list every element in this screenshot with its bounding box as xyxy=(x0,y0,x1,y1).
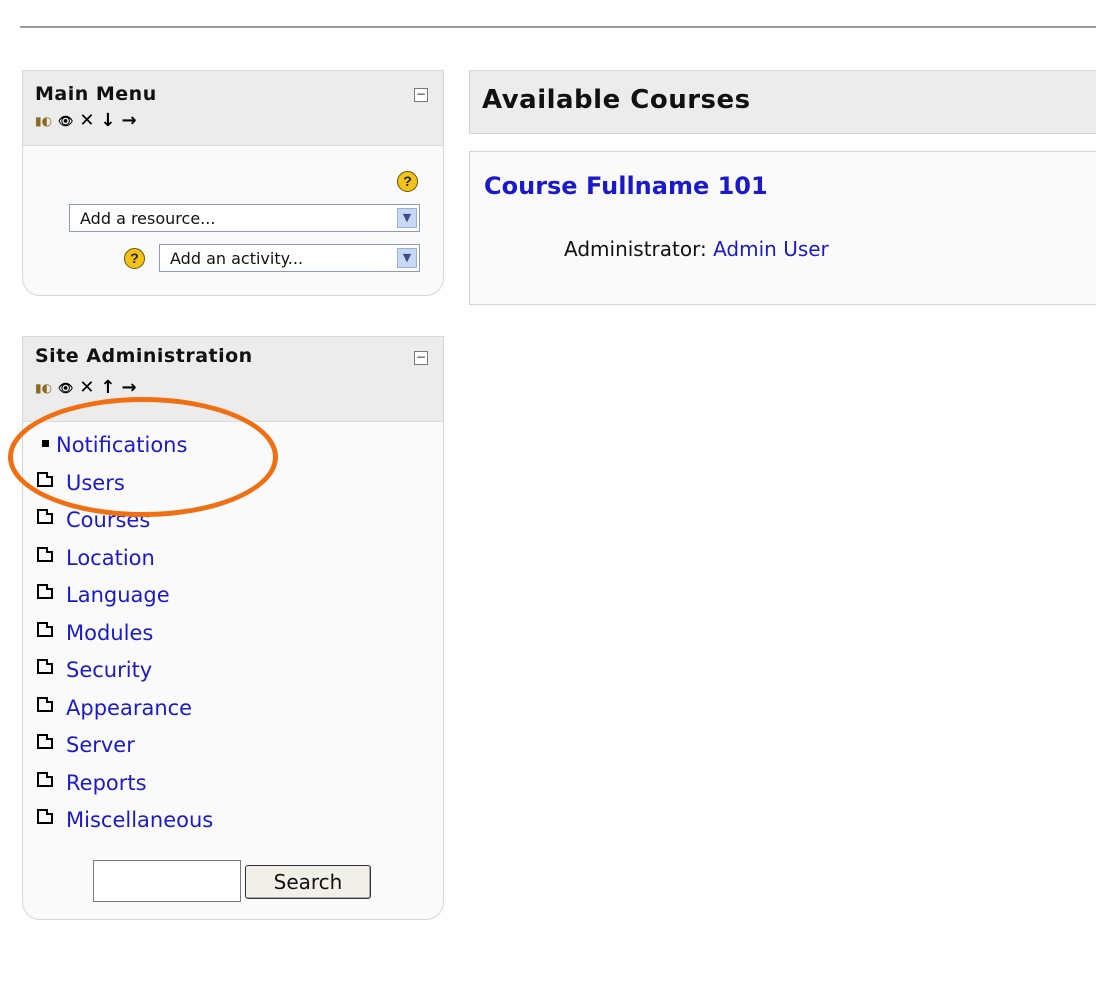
folder-icon xyxy=(37,696,53,712)
roles-icon[interactable]: ▮◐ xyxy=(35,112,52,130)
collapse-icon[interactable]: − xyxy=(414,351,428,365)
course-link[interactable]: Course Fullname 101 xyxy=(484,172,768,200)
main-menu-title: Main Menu xyxy=(35,83,157,105)
admin-item-label[interactable]: Modules xyxy=(66,621,153,645)
teacher-link[interactable]: Admin User xyxy=(713,237,829,261)
admin-item-label[interactable]: Language xyxy=(66,583,170,607)
add-activity-value: Add an activity... xyxy=(170,248,304,268)
chevron-down-icon[interactable]: ▼ xyxy=(397,208,417,228)
admin-item-label[interactable]: Server xyxy=(66,733,135,757)
search-button[interactable]: Search xyxy=(245,865,371,899)
course-box: Course Fullname 101 Administrator: Admin… xyxy=(469,151,1096,305)
folder-icon xyxy=(37,771,53,787)
chevron-down-icon[interactable]: ▼ xyxy=(397,248,417,268)
add-resource-select[interactable]: Add a resource... ▼ xyxy=(69,204,420,232)
admin-item-label[interactable]: Appearance xyxy=(66,696,192,720)
move-right-icon[interactable]: → xyxy=(122,112,137,130)
help-icon[interactable]: ? xyxy=(397,171,418,192)
courses-header: Available Courses xyxy=(469,70,1096,134)
page-title: Available Courses xyxy=(482,85,751,115)
admin-item-security[interactable]: Security xyxy=(37,658,213,696)
folder-icon xyxy=(37,621,53,637)
admin-item-location[interactable]: Location xyxy=(37,546,213,584)
block-edit-icons: ▮◐ 👁 ✕ ↓ → xyxy=(35,112,137,130)
course-teacher: Administrator: Admin User xyxy=(564,237,829,261)
move-up-icon[interactable]: ↑ xyxy=(100,379,115,397)
site-admin-title: Site Administration xyxy=(35,345,253,367)
admin-search-input[interactable] xyxy=(93,860,241,902)
folder-icon xyxy=(37,734,53,749)
admin-item-label[interactable]: Miscellaneous xyxy=(66,808,213,832)
collapse-icon[interactable]: − xyxy=(414,88,428,102)
admin-item-appearance[interactable]: Appearance xyxy=(37,696,213,734)
admin-item-server[interactable]: Server xyxy=(37,733,213,771)
admin-item-modules[interactable]: Modules xyxy=(37,621,213,659)
admin-item-miscellaneous[interactable]: Miscellaneous xyxy=(37,808,213,846)
add-activity-select[interactable]: Add an activity... ▼ xyxy=(159,244,420,272)
eye-icon[interactable]: 👁 xyxy=(58,112,73,130)
admin-item-label[interactable]: Reports xyxy=(66,771,147,795)
teacher-role: Administrator: xyxy=(564,237,707,261)
top-divider xyxy=(20,26,1096,28)
add-resource-value: Add a resource... xyxy=(80,208,216,228)
folder-icon xyxy=(37,659,53,674)
move-right-icon[interactable]: → xyxy=(122,379,137,397)
admin-item-reports[interactable]: Reports xyxy=(37,771,213,809)
delete-icon[interactable]: ✕ xyxy=(79,112,94,130)
admin-item-label[interactable]: Location xyxy=(66,546,155,570)
eye-icon[interactable]: 👁 xyxy=(58,379,73,397)
folder-icon xyxy=(37,546,53,562)
folder-icon xyxy=(37,809,53,824)
block-edit-icons: ▮◐ 👁 ✕ ↑ → xyxy=(35,379,137,397)
main-menu-block: Main Menu − ▮◐ 👁 ✕ ↓ → ? Add a resource.… xyxy=(22,70,444,296)
admin-item-language[interactable]: Language xyxy=(37,583,213,621)
help-icon[interactable]: ? xyxy=(124,248,145,269)
move-down-icon[interactable]: ↓ xyxy=(100,112,115,130)
delete-icon[interactable]: ✕ xyxy=(79,379,94,397)
main-menu-header: Main Menu − ▮◐ 👁 ✕ ↓ → xyxy=(23,71,443,146)
folder-icon xyxy=(37,509,53,524)
highlight-ellipse xyxy=(8,397,278,517)
roles-icon[interactable]: ▮◐ xyxy=(35,379,52,397)
admin-item-label[interactable]: Security xyxy=(66,658,152,682)
folder-icon xyxy=(37,584,53,599)
